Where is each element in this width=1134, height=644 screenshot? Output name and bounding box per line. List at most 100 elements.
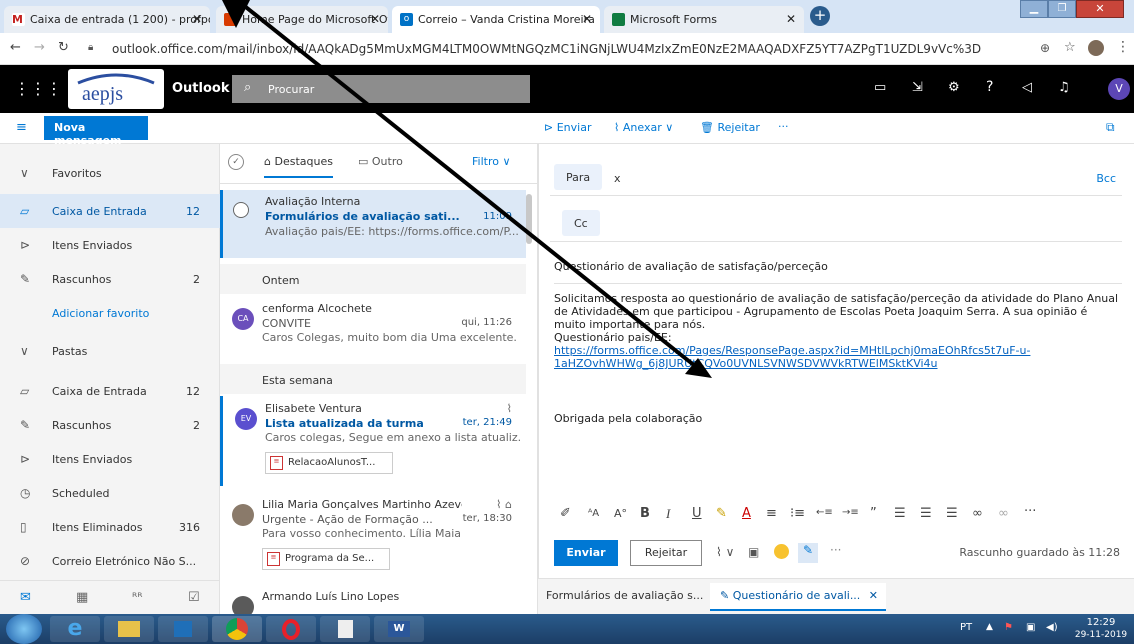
align-left-icon[interactable]: ☰ <box>894 506 906 521</box>
attachment-chip[interactable]: ≡ Programa da Se... <box>262 548 390 570</box>
close-icon[interactable]: ✕ <box>582 12 592 26</box>
nav-item-deleted[interactable]: ▯ Itens Eliminados 316 <box>0 510 220 544</box>
emoji-icon[interactable] <box>774 544 789 559</box>
increase-indent-icon[interactable]: →≡ <box>842 507 859 518</box>
highlight-icon[interactable]: ✎ <box>716 506 727 521</box>
more-format-icon[interactable]: ··· <box>1024 504 1036 519</box>
attach-button[interactable]: ⌇ Anexar ∨ <box>614 121 673 134</box>
back-icon[interactable]: ← <box>10 40 21 55</box>
nav-item-sent-folder[interactable]: ⊳ Itens Enviados <box>0 442 220 476</box>
list-scrollbar[interactable] <box>526 194 532 244</box>
feedback-icon[interactable]: ◁ <box>1022 80 1032 95</box>
close-icon[interactable]: ✕ <box>370 12 380 26</box>
draft-tab-1[interactable]: Formulários de avaliação s... <box>546 589 703 602</box>
draft-tab-2[interactable]: ✎ Questionário de avali... ✕ <box>710 583 886 611</box>
clock-date[interactable]: 29-11-2019 <box>1070 630 1132 640</box>
attachment-chip[interactable]: ≡ RelacaoAlunosT... <box>265 452 393 474</box>
word-icon[interactable]: W <box>374 616 424 642</box>
explorer-icon[interactable] <box>104 616 154 642</box>
list-item[interactable]: Armando Luís Lino Lopes <box>220 584 526 614</box>
bcc-button[interactable]: Bcc <box>1096 172 1116 185</box>
grow-font-icon[interactable]: A° <box>614 507 627 520</box>
more-options-icon[interactable]: ··· <box>778 120 789 133</box>
list-item[interactable]: CA cenforma Alcochete CONVITE qui, 11:26… <box>220 296 526 362</box>
discard-command-button[interactable]: 🗑︎ Rejeitar <box>700 121 760 134</box>
browser-tab-office[interactable]: Home Page do Microsoft Office ✕ <box>216 6 388 33</box>
nav-item-junk[interactable]: ⊘ Correio Eletrónico Não S... <box>0 544 220 578</box>
people-icon[interactable]: ᴿᴿ <box>132 590 143 604</box>
close-icon[interactable]: ✕ <box>786 12 796 26</box>
discard-button[interactable]: Rejeitar <box>630 540 702 566</box>
star-icon[interactable]: ☆ <box>1064 40 1076 55</box>
bullets-icon[interactable]: ≡ <box>766 506 777 521</box>
link-icon[interactable]: ∞ <box>972 506 983 521</box>
more-options-icon[interactable]: ··· <box>830 543 841 557</box>
format-painter-icon[interactable]: ✐ <box>560 506 571 521</box>
share-icon[interactable]: ⇲ <box>912 80 923 95</box>
chrome-icon[interactable] <box>212 616 262 642</box>
nav-item-scheduled[interactable]: ◷ Scheduled <box>0 476 220 510</box>
close-icon[interactable]: ✕ <box>192 12 202 26</box>
zoom-icon[interactable]: ⊕ <box>1040 41 1050 55</box>
align-right-icon[interactable]: ☰ <box>946 506 958 521</box>
hamburger-icon[interactable]: ≡ <box>16 120 27 135</box>
select-checkbox[interactable] <box>233 202 249 218</box>
network-icon[interactable]: ▣ <box>1026 622 1035 633</box>
tab-other[interactable]: ▭ Outro <box>358 155 403 168</box>
teams-icon[interactable]: ▭ <box>874 80 886 95</box>
browser-tab-outlook[interactable]: o Correio – Vanda Cristina Moreira ✕ <box>392 6 600 33</box>
align-center-icon[interactable]: ☰ <box>920 506 932 521</box>
language-indicator[interactable]: PT <box>960 622 972 633</box>
send-command-button[interactable]: ⊳ Enviar <box>544 121 591 134</box>
profile-icon[interactable] <box>1088 40 1104 56</box>
tasks-icon[interactable]: ☑ <box>188 590 200 605</box>
tray-expand-icon[interactable]: ▲ <box>986 622 993 632</box>
decrease-indent-icon[interactable]: ←≡ <box>816 507 833 518</box>
nav-item-drafts-folder[interactable]: ✎ Rascunhos 2 <box>0 408 220 442</box>
new-message-button[interactable]: Nova mensagem <box>44 116 148 147</box>
filter-button[interactable]: Filtro ∨ <box>472 155 511 168</box>
font-color-icon[interactable]: A <box>742 506 751 521</box>
designer-icon[interactable]: ✎ <box>798 543 818 563</box>
close-icon[interactable]: ✕ <box>869 589 878 602</box>
image-icon[interactable]: ▣ <box>748 545 759 559</box>
tab-focused[interactable]: ⌂ Destaques <box>264 155 333 178</box>
popout-icon[interactable]: ⧉ <box>1106 120 1115 135</box>
nav-item-drafts[interactable]: ✎ Rascunhos 2 <box>0 262 220 296</box>
volume-icon[interactable]: ◀) <box>1046 622 1058 633</box>
quote-icon[interactable]: ” <box>870 506 877 521</box>
bold-icon[interactable]: B <box>640 506 650 521</box>
search-input[interactable]: ⌕ Procurar <box>232 75 530 103</box>
italic-icon[interactable]: I <box>666 506 670 522</box>
nav-item-inbox-folder[interactable]: ▱ Caixa de Entrada 12 <box>0 374 220 408</box>
list-item[interactable]: EV Elisabete Ventura Lista atualizada da… <box>220 396 526 486</box>
bell-icon[interactable]: ♫ <box>1058 80 1070 95</box>
new-tab-icon[interactable]: + <box>810 6 830 26</box>
unlink-icon[interactable]: ∞ <box>998 506 1009 521</box>
nav-item-inbox[interactable]: ▱ Caixa de Entrada 12 <box>0 194 220 228</box>
list-item[interactable]: Lilia Maria Gonçalves Martinho Azeved ⌇ … <box>220 492 526 578</box>
app-launcher-icon[interactable]: ⋮⋮⋮ <box>14 79 62 98</box>
favorites-header[interactable]: ∨ Favoritos <box>0 156 220 190</box>
to-button[interactable]: Para <box>554 164 603 190</box>
media-player-icon[interactable] <box>158 616 208 642</box>
form-link[interactable]: https://forms.office.com/Pages/ResponseP… <box>554 344 1034 370</box>
list-item-selected[interactable]: Avaliação Interna Formulários de avaliaç… <box>220 190 526 258</box>
folders-header[interactable]: ∨ Pastas <box>0 334 220 368</box>
numbering-icon[interactable]: ⁝≡ <box>790 506 805 521</box>
font-size-icon[interactable]: ᴬA <box>588 508 599 519</box>
forward-icon[interactable]: → <box>34 40 45 55</box>
subject-field[interactable]: Questionário de avaliação de satisfação/… <box>554 260 1122 284</box>
reload-icon[interactable]: ↻ <box>58 40 69 55</box>
mail-icon[interactable]: ✉ <box>20 590 31 605</box>
select-all-checkbox[interactable]: ✓ <box>228 154 244 170</box>
nav-item-sent[interactable]: ⊳ Itens Enviados <box>0 228 220 262</box>
browser-tab-gmail[interactable]: M Caixa de entrada (1 200) - profpo ✕ <box>4 6 210 33</box>
clock-time[interactable]: 12:29 <box>1076 617 1126 628</box>
send-button[interactable]: Enviar <box>554 540 618 566</box>
maximize-icon[interactable]: ❐ <box>1048 0 1076 18</box>
gear-icon[interactable]: ⚙ <box>948 80 960 95</box>
minimize-icon[interactable]: ▁ <box>1020 0 1048 18</box>
url-field[interactable]: outlook.office.com/mail/inbox/id/AAQkADg… <box>100 36 1040 62</box>
to-field[interactable]: x <box>614 172 621 185</box>
